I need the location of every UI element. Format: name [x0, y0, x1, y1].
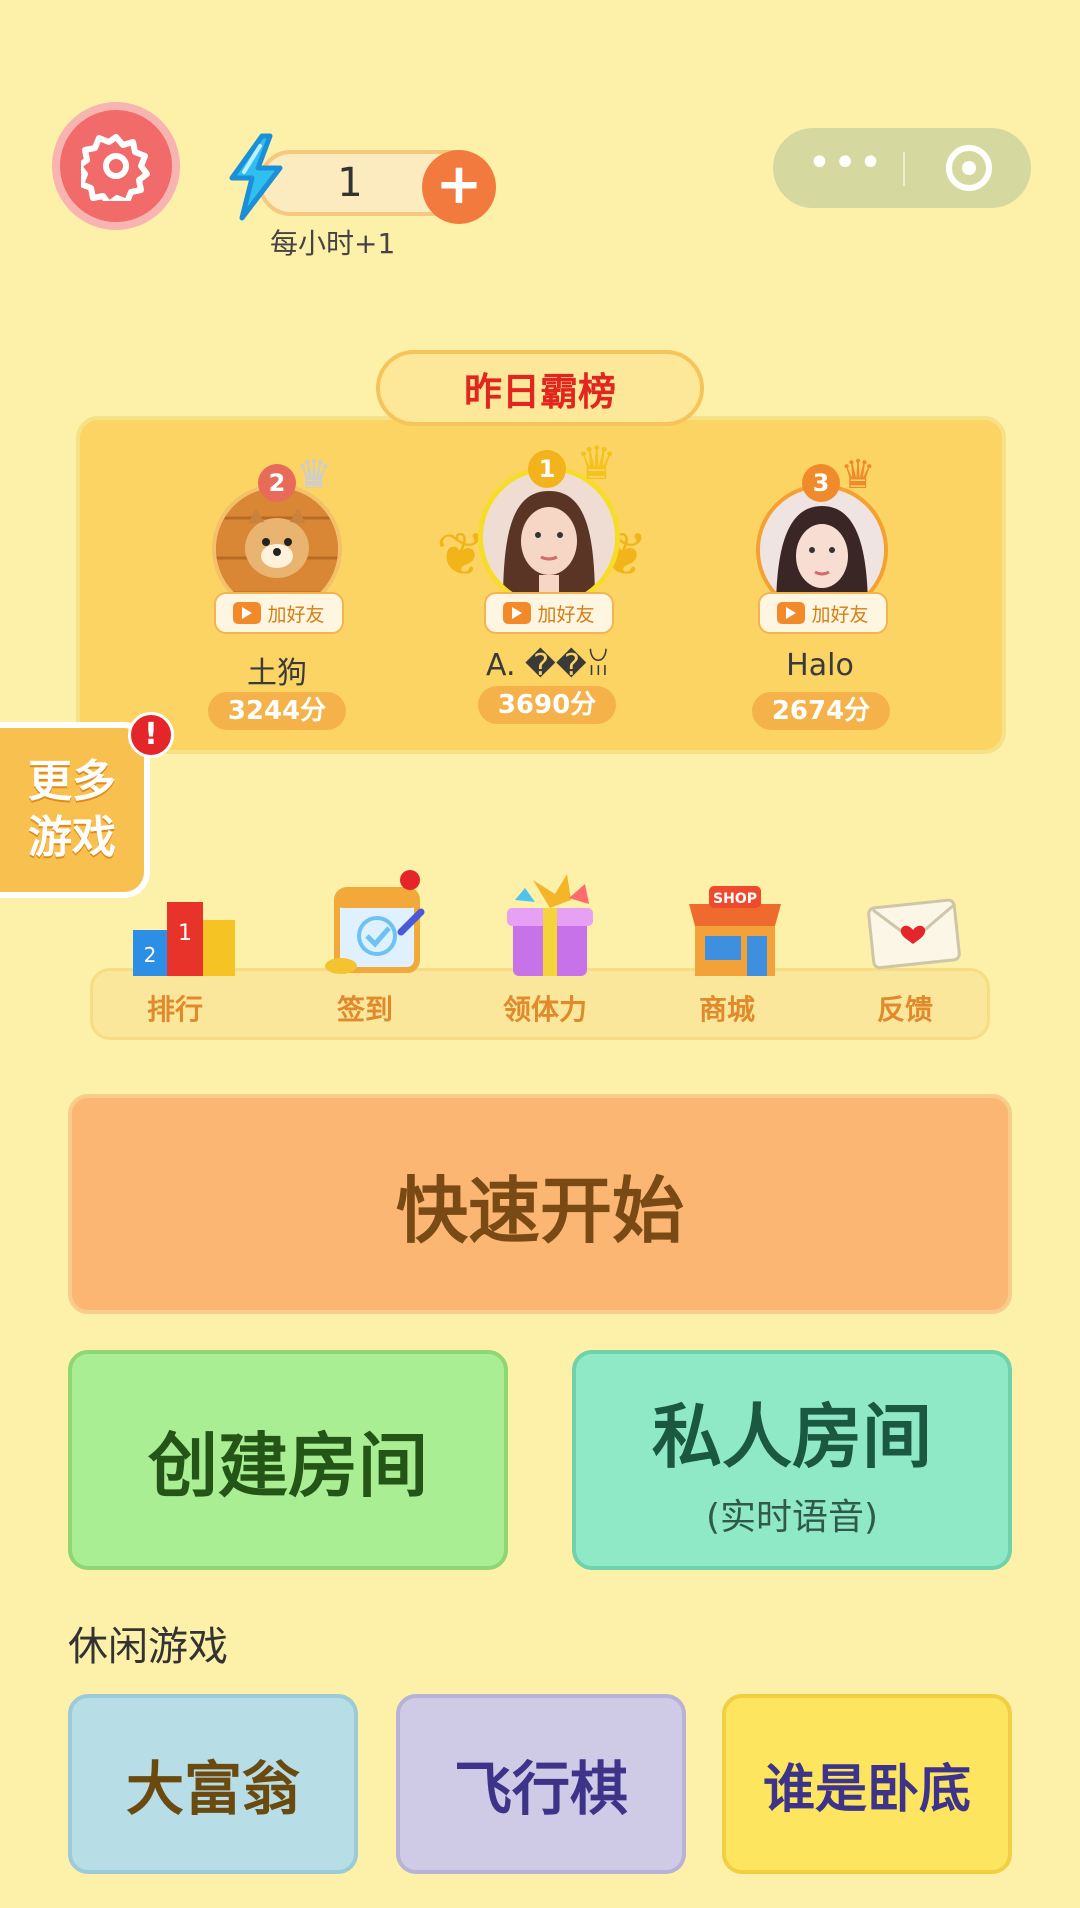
menu-label-shop: 商城 — [698, 993, 755, 1026]
game-ludo-button[interactable]: 飞行棋 — [396, 1694, 686, 1874]
player-score: 3244分 — [208, 692, 346, 730]
crown-icon: ♛ — [840, 452, 876, 498]
game-monopoly-button[interactable]: 大富翁 — [68, 1694, 358, 1874]
shop-sign: SHOP — [713, 891, 757, 907]
menu-label-ranking: 排行 — [146, 993, 203, 1026]
calendar-checkin-icon — [324, 887, 424, 974]
private-room-subtitle: (实时语音) — [705, 1496, 879, 1538]
notification-dot — [400, 870, 420, 890]
rank-badge: 1 — [528, 450, 566, 488]
lightning-icon — [222, 132, 288, 226]
more-games-label-line2: 游戏 — [28, 812, 116, 863]
ranking-podium-icon: 2 1 — [132, 902, 235, 976]
game-label: 大富翁 — [125, 1755, 300, 1823]
rank-badge: 2 — [258, 464, 296, 502]
menu-label-feedback: 反馈 — [876, 993, 933, 1026]
crown-icon: ♛ — [576, 436, 618, 490]
game-spy-button[interactable]: 谁是卧底 — [722, 1694, 1012, 1874]
video-icon — [233, 602, 262, 624]
player-name: Halo — [786, 648, 854, 683]
more-games-button[interactable]: 更多 游戏 — [0, 722, 150, 898]
game-label: 飞行棋 — [453, 1755, 628, 1823]
envelope-icon — [866, 898, 961, 970]
add-friend-label: 加好友 — [537, 603, 595, 626]
add-friend-label: 加好友 — [267, 603, 325, 626]
quick-start-button[interactable]: 快速开始 — [68, 1094, 1012, 1314]
menu-label-checkin: 签到 — [336, 993, 393, 1026]
add-friend-button[interactable]: 加好友 — [484, 592, 614, 634]
leaderboard-title: 昨日霸榜 — [376, 350, 704, 426]
private-room-button[interactable]: 私人房间 (实时语音) — [572, 1350, 1012, 1570]
add-energy-button[interactable]: + — [422, 150, 496, 224]
player-score: 3690分 — [478, 686, 616, 724]
shop-icon: SHOP — [688, 886, 781, 976]
casual-games-heading: 休闲游戏 — [68, 1624, 228, 1670]
capsule-divider — [903, 152, 905, 186]
more-games-label-line1: 更多 — [28, 756, 116, 807]
create-room-button[interactable]: 创建房间 — [68, 1350, 508, 1570]
video-icon — [503, 602, 532, 624]
crown-icon: ♛ — [296, 452, 332, 498]
quick-start-label: 快速开始 — [395, 1168, 684, 1253]
add-friend-button[interactable]: 加好友 — [758, 592, 888, 634]
more-options-icon[interactable]: ••• — [806, 143, 886, 188]
player-name: A. ��ꈍ — [485, 648, 611, 683]
close-mini-program-icon[interactable] — [946, 145, 992, 191]
gift-box-icon — [507, 874, 593, 976]
add-friend-button[interactable]: 加好友 — [214, 592, 344, 634]
svg-text:2: 2 — [143, 943, 156, 967]
gear-icon — [81, 134, 150, 201]
energy-value: 1 — [337, 160, 363, 206]
svg-text:1: 1 — [178, 921, 192, 946]
create-room-label: 创建房间 — [148, 1424, 428, 1507]
add-friend-label: 加好友 — [811, 603, 869, 626]
player-name: 土狗 — [247, 656, 307, 691]
player-score: 2674分 — [752, 692, 890, 730]
video-icon — [777, 602, 806, 624]
game-label: 谁是卧底 — [762, 1759, 971, 1820]
alert-badge: ! — [128, 712, 174, 758]
rank-badge: 3 — [802, 464, 840, 502]
menu-label-claim-energy: 领体力 — [502, 993, 587, 1026]
private-room-label: 私人房间 — [652, 1395, 932, 1478]
energy-rate-text: 每小时+1 — [270, 227, 396, 260]
settings-button[interactable] — [52, 102, 180, 230]
